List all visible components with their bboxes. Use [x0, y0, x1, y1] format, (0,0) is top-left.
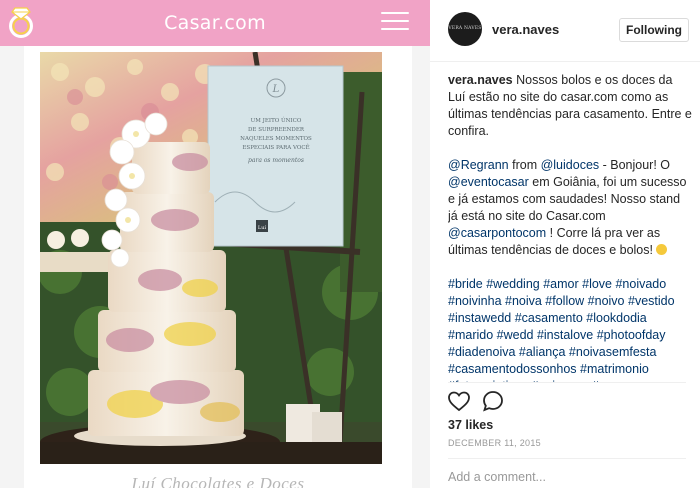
mention-luidoces[interactable]: @luidoces — [541, 158, 600, 172]
svg-text:UM JEITO ÚNICO: UM JEITO ÚNICO — [251, 116, 302, 124]
caption-comment: vera.naves Nossos bolos e os doces da Lu… — [448, 72, 692, 140]
author-username[interactable]: vera.naves — [492, 22, 559, 37]
comment-input[interactable] — [448, 468, 686, 486]
svg-text:ESPECIAIS PARA VOCÊ: ESPECIAIS PARA VOCÊ — [242, 143, 309, 151]
mention-regrann[interactable]: @Regrann — [448, 158, 509, 172]
svg-text:DE SURPREENDER: DE SURPREENDER — [248, 127, 305, 133]
avatar[interactable]: VERA NAVES — [448, 12, 482, 46]
comment-icon[interactable] — [481, 389, 505, 413]
heart-icon[interactable] — [447, 389, 471, 413]
caption-username[interactable]: vera.naves — [448, 73, 513, 87]
hashtags[interactable]: #bride #wedding #amor #love #noivado #no… — [448, 276, 692, 382]
divider — [448, 382, 686, 383]
regram-text: - Bonjour! O — [599, 158, 671, 172]
svg-text:NAQUELES MOMENTOS: NAQUELES MOMENTOS — [240, 136, 312, 142]
svg-text:L: L — [272, 84, 280, 95]
post-header: VERA NAVES vera.naves Following — [430, 0, 700, 62]
hamburger-icon[interactable] — [381, 12, 409, 32]
photo-caption: Luí Chocolates e Doces — [131, 474, 305, 488]
site-title: Casar.com — [164, 12, 266, 34]
regram-text: from — [508, 158, 541, 172]
divider — [448, 458, 686, 459]
mention-eventocasar[interactable]: @eventocasar — [448, 175, 529, 189]
svg-text:Luí: Luí — [258, 224, 267, 231]
smile-emoji-icon — [656, 244, 668, 255]
like-count[interactable]: 37 likes — [448, 418, 493, 432]
wedding-cake-photo: L UM JEITO ÚNICO DE SURPREENDER NAQUELES… — [40, 52, 382, 464]
site-header: Casar.com — [0, 0, 430, 46]
comments-list: vera.naves Nossos bolos e os doces da Lu… — [448, 72, 692, 382]
cake-illustration: L UM JEITO ÚNICO DE SURPREENDER NAQUELES… — [40, 52, 382, 464]
mention-casarpontocom[interactable]: @casarpontocom — [448, 226, 546, 240]
casar-screenshot: Casar.com L UM JEITO ÚNICO DE SURPREENDE… — [0, 0, 430, 488]
post-panel: VERA NAVES vera.naves Following vera.nav… — [430, 0, 700, 488]
regram-comment: @Regrann from @luidoces - Bonjour! O @ev… — [448, 157, 692, 259]
post-date: DECEMBER 11, 2015 — [448, 438, 541, 448]
svg-text:para os momentos: para os momentos — [248, 157, 304, 164]
following-button[interactable]: Following — [619, 18, 689, 42]
